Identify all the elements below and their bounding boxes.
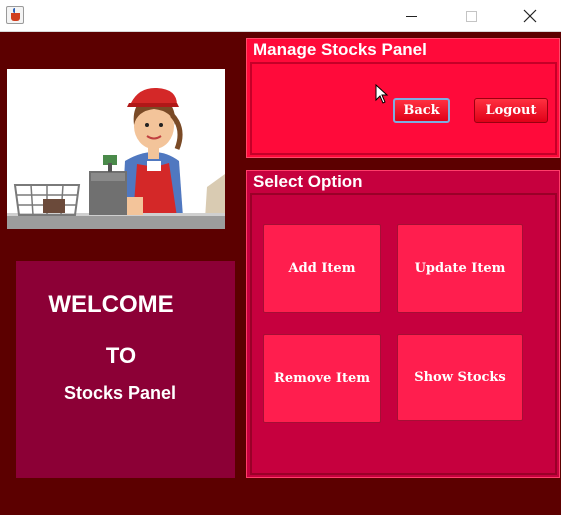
remove-item-button[interactable]: Remove Item [263,334,381,423]
java-cup-icon [6,6,24,24]
manage-panel-body: Back Logout [250,62,557,155]
show-stocks-button[interactable]: Show Stocks [397,334,523,421]
add-item-button[interactable]: Add Item [263,224,381,313]
back-button[interactable]: Back [393,98,450,123]
welcome-panel: WELCOME TO Stocks Panel [16,261,235,478]
maximize-button[interactable] [448,0,494,32]
cashier-illustration [7,69,225,229]
cashier-image [7,69,225,229]
select-panel-body: Add Item Update Item Remove Item Show St… [250,193,557,475]
title-bar [0,0,561,32]
to-text: TO [105,343,137,368]
minimize-button[interactable] [388,0,434,32]
stocks-panel-text: Stocks Panel [63,383,177,403]
minimize-icon [405,15,417,17]
welcome-text: WELCOME [48,291,174,318]
logout-button[interactable]: Logout [474,98,548,123]
select-panel-title: Select Option [253,172,363,191]
maximize-icon [465,10,477,22]
close-icon [523,9,537,23]
manage-stocks-panel: Manage Stocks Panel Back Logout [246,38,560,158]
manage-panel-title: Manage Stocks Panel [253,40,427,59]
update-item-button[interactable]: Update Item [397,224,523,313]
close-button[interactable] [507,0,553,32]
mouse-cursor-icon [375,84,389,104]
select-option-panel: Select Option Add Item Update Item Remov… [246,170,560,478]
